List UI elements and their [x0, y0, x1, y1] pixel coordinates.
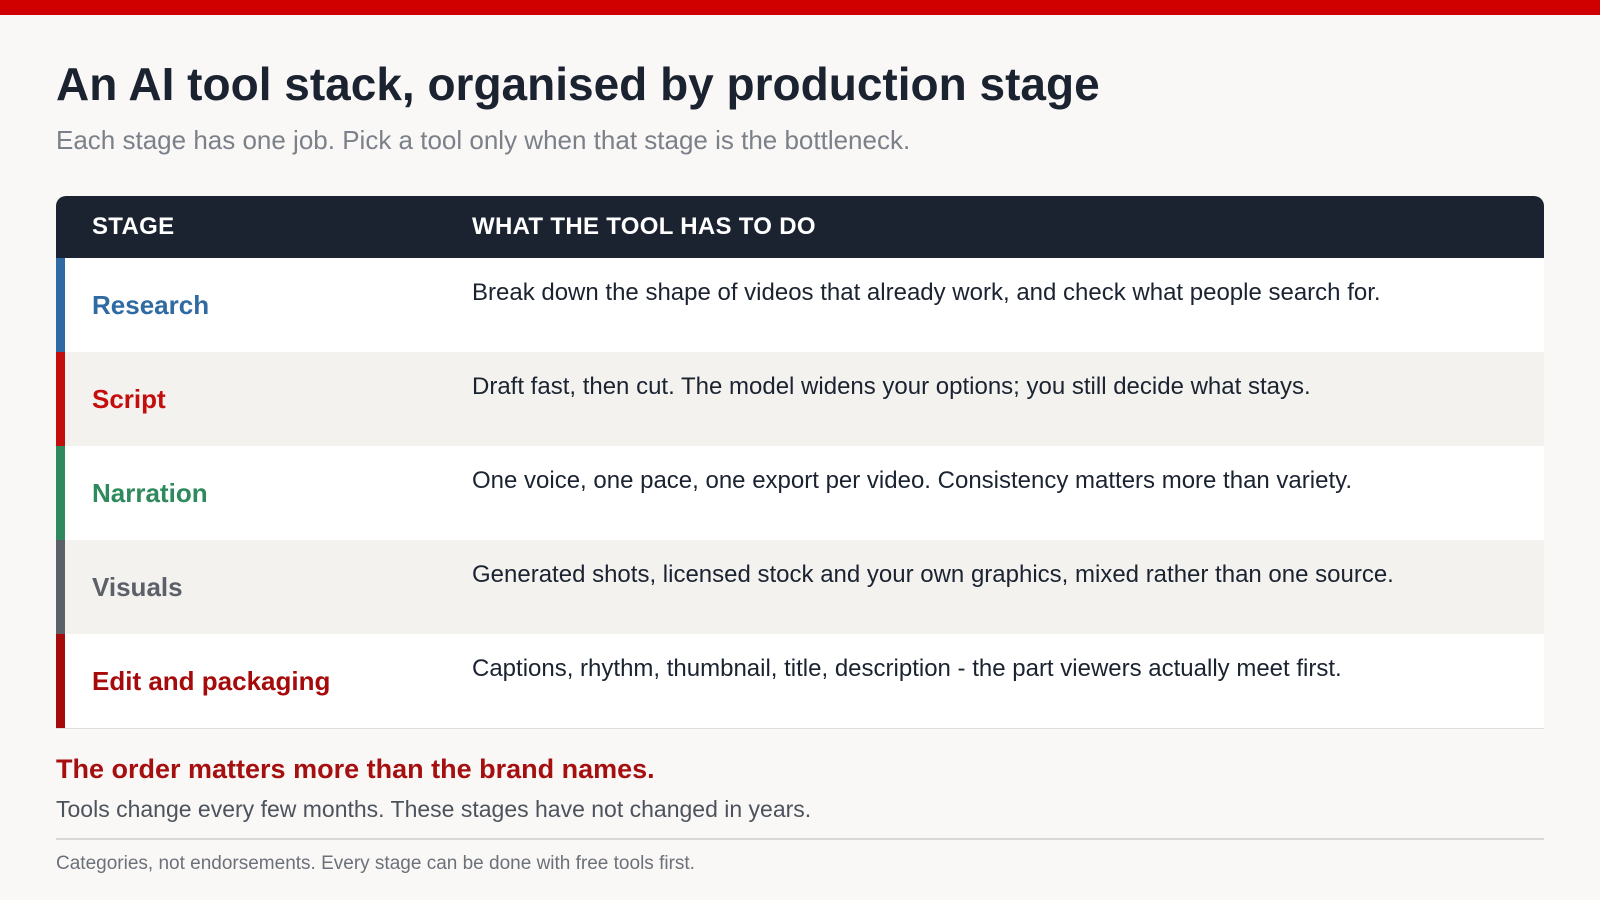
- callout-text: Tools change every few months. These sta…: [56, 796, 812, 822]
- table-header: STAGE WHAT THE TOOL HAS TO DO: [56, 196, 1544, 258]
- page-subtitle: Each stage has one job. Pick a tool only…: [56, 125, 911, 155]
- header-description: WHAT THE TOOL HAS TO DO: [472, 213, 816, 240]
- footer-divider: [56, 838, 1544, 840]
- top-accent-bar: [0, 0, 1600, 15]
- row-accent-bar: [56, 540, 65, 634]
- stage-name: Visuals: [92, 572, 183, 602]
- row-accent-bar: [56, 446, 65, 540]
- header-stage: STAGE: [92, 213, 175, 240]
- table-row-edit-and-packaging: Edit and packaging Captions, rhythm, thu…: [56, 634, 1544, 728]
- stage-table: STAGE WHAT THE TOOL HAS TO DO Research B…: [56, 196, 1544, 729]
- stage-description: One voice, one pace, one export per vide…: [472, 467, 1353, 494]
- stage-name: Edit and packaging: [92, 666, 331, 696]
- stage-name: Script: [92, 384, 166, 414]
- row-accent-bar: [56, 258, 65, 352]
- table-row-research: Research Break down the shape of videos …: [56, 258, 1544, 352]
- table-row-script: Script Draft fast, then cut. The model w…: [56, 352, 1544, 446]
- footnote: Categories, not endorsements. Every stag…: [56, 853, 695, 874]
- stage-name: Research: [92, 290, 210, 320]
- stage-description: Captions, rhythm, thumbnail, title, desc…: [472, 655, 1342, 682]
- stage-description: Draft fast, then cut. The model widens y…: [472, 373, 1311, 400]
- table-row-narration: Narration One voice, one pace, one expor…: [56, 446, 1544, 540]
- row-accent-bar: [56, 634, 65, 728]
- page-title: An AI tool stack, organised by productio…: [56, 58, 1100, 110]
- stage-description: Generated shots, licensed stock and your…: [472, 561, 1394, 588]
- table-row-visuals: Visuals Generated shots, licensed stock …: [56, 540, 1544, 634]
- callout-title: The order matters more than the brand na…: [56, 754, 655, 784]
- stage-name: Narration: [92, 478, 208, 508]
- row-accent-bar: [56, 352, 65, 446]
- stage-description: Break down the shape of videos that alre…: [472, 279, 1381, 306]
